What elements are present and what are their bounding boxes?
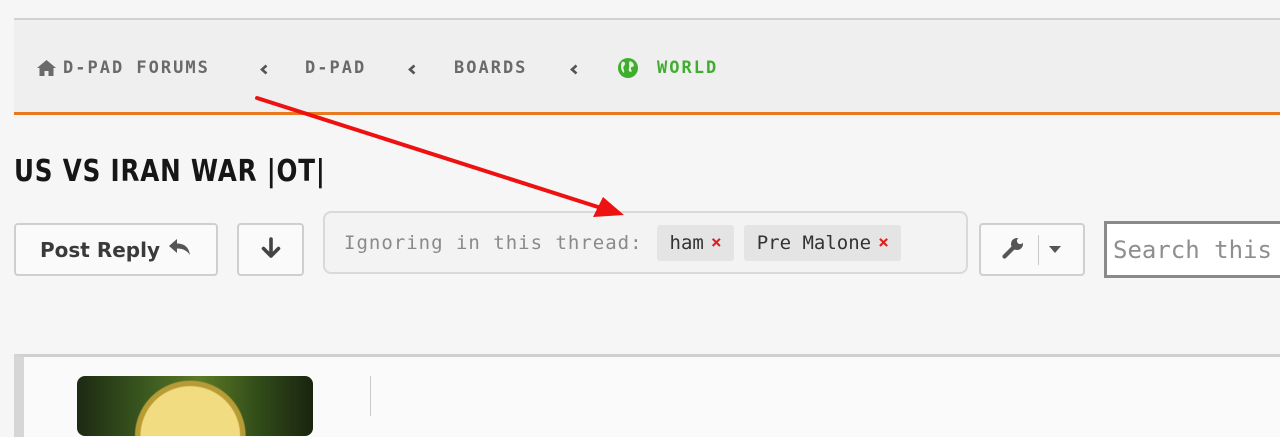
remove-ignored-user-button[interactable]: × [711, 232, 722, 253]
remove-ignored-user-button[interactable]: × [878, 232, 889, 253]
breadcrumb-label: WORLD [657, 58, 719, 78]
caret-down-icon[interactable] [1048, 242, 1062, 257]
breadcrumb-label: D-PAD FORUMS [63, 58, 210, 78]
thread-tools-button[interactable] [979, 223, 1085, 276]
user-avatar[interactable] [77, 376, 313, 436]
button-divider [1038, 234, 1039, 265]
search-thread-input[interactable] [1104, 221, 1280, 278]
breadcrumb-item-world[interactable]: WORLD [617, 57, 718, 79]
thread-title: US VS IRAN WAR |OT| [14, 154, 326, 189]
reply-icon [168, 237, 192, 262]
chevron-left-icon [259, 61, 269, 80]
ignored-user-chip: Pre Malone × [743, 224, 901, 261]
breadcrumb-label: BOARDS [454, 58, 528, 78]
ignore-label: Ignoring in this thread: [344, 231, 643, 254]
wrench-icon [1001, 236, 1025, 263]
jump-to-latest-button[interactable] [237, 223, 304, 276]
post-divider [370, 376, 371, 416]
breadcrumb-item-boards[interactable]: BOARDS [454, 58, 527, 78]
chevron-left-icon [569, 61, 579, 80]
breadcrumb-item-dpad-forums[interactable]: D-PAD FORUMS [36, 58, 210, 78]
home-icon [36, 59, 57, 77]
ignored-users-filter: Ignoring in this thread: ham × Pre Malon… [323, 211, 968, 274]
ignored-user-name: Pre Malone [756, 231, 872, 254]
arrow-down-icon [261, 237, 281, 262]
chevron-left-icon [407, 61, 417, 80]
post-reply-label: Post Reply [40, 237, 160, 262]
breadcrumb-item-dpad[interactable]: D-PAD [305, 58, 366, 78]
post-reply-button[interactable]: Post Reply [14, 223, 218, 276]
breadcrumb: D-PAD FORUMS D-PAD BOARDS WORLD [14, 20, 1280, 115]
breadcrumb-label: D-PAD [305, 58, 367, 78]
ignored-user-name: ham [669, 231, 704, 254]
globe-icon [617, 57, 639, 79]
ignored-user-chip: ham × [656, 224, 734, 261]
